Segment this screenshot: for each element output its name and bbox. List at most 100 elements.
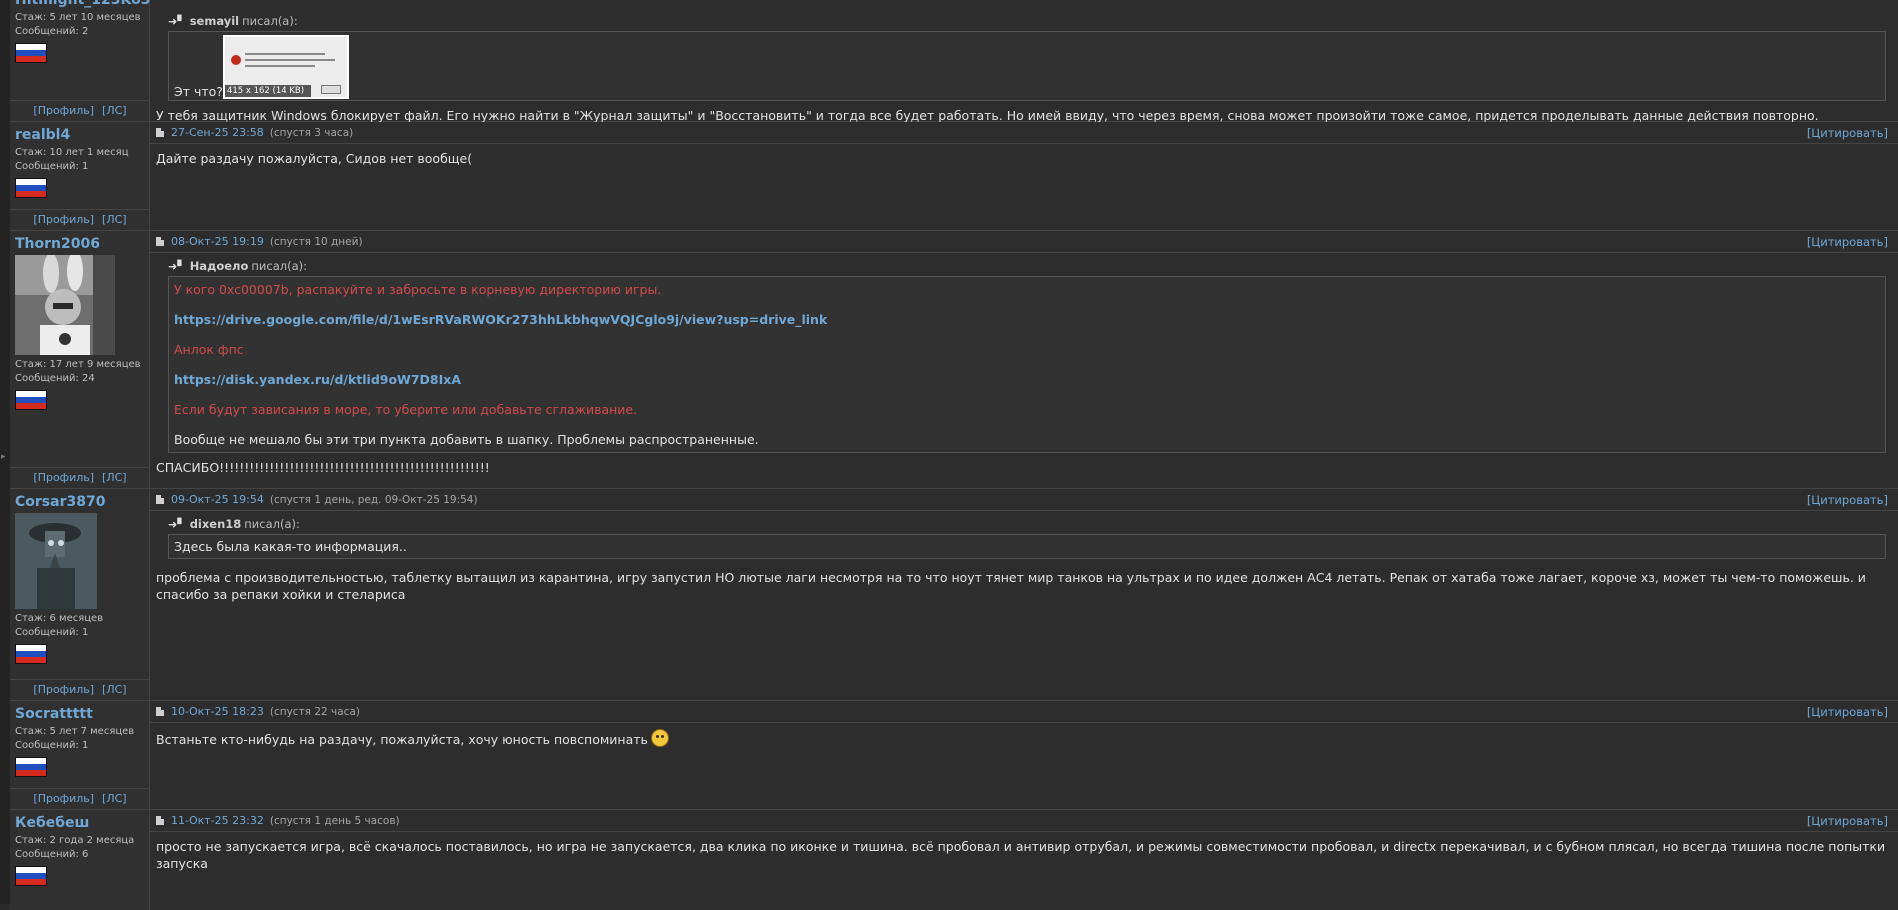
post-text-wrap: Встаньте кто-нибудь на раздачу, пожалуйс… bbox=[150, 723, 1898, 754]
author-msg-count: Сообщений: 2 bbox=[15, 26, 89, 37]
post-body: 09-Окт-25 19:54 (спустя 1 день, ред. 09-О… bbox=[150, 489, 1898, 700]
post-since: (спустя 3 часа) bbox=[269, 126, 354, 139]
pm-link[interactable]: [ЛС] bbox=[102, 683, 127, 696]
post-text: Дайте раздачу пожалуйста, Сидов нет вооб… bbox=[156, 151, 473, 166]
post-header: 11-Окт-25 23:32 (спустя 1 день 5 часов) [Ц… bbox=[150, 810, 1898, 832]
quote-line: У кого 0xc00007b, распакуйте и забросьте… bbox=[174, 282, 662, 297]
post-body: 08-Окт-25 19:19 (спустя 10 дней) [Цитирова… bbox=[150, 231, 1898, 488]
quote-author[interactable]: Надоело bbox=[190, 259, 249, 273]
author-nick[interactable]: Hitmight_123Ko3 bbox=[15, 0, 150, 8]
post-text: просто не запускается игра, всё скачалос… bbox=[156, 839, 1886, 871]
russia-flag-icon bbox=[15, 390, 47, 410]
author-stazh: Стаж: 10 лет 1 месяц bbox=[15, 147, 129, 158]
post-header: 08-Окт-25 19:19 (спустя 10 дней) [Цитирова… bbox=[150, 231, 1898, 253]
image-size-caption: 415 x 162 (14 KB) bbox=[224, 85, 311, 97]
yandex-disk-link[interactable]: https://disk.yandex.ru/d/ktlid9oW7D8IxA bbox=[174, 371, 1880, 388]
avatar[interactable] bbox=[15, 255, 115, 355]
post-author: realbl4 Стаж: 10 лет 1 месяц Сообщений: … bbox=[10, 122, 150, 230]
profile-link[interactable]: [Профиль] bbox=[33, 792, 94, 805]
author-nick[interactable]: Кебебеш bbox=[15, 815, 144, 831]
post-date[interactable]: 10-Окт-25 18:23 bbox=[171, 705, 264, 718]
post-header: 09-Окт-25 19:54 (спустя 1 день, ред. 09-О… bbox=[150, 489, 1898, 511]
quote-button[interactable]: [Цитировать] bbox=[1807, 705, 1888, 719]
post-date[interactable]: 09-Окт-25 19:54 bbox=[171, 493, 264, 506]
profile-links: [Профиль] [ЛС] bbox=[10, 467, 150, 488]
profile-link[interactable]: [Профиль] bbox=[33, 683, 94, 696]
quote-line: Если будут зависания в море, то уберите … bbox=[174, 402, 638, 417]
post-link-icon[interactable] bbox=[156, 237, 164, 246]
post: Corsar3870 Стаж: 6 месяцев Сообщений: 1 … bbox=[10, 489, 1898, 701]
author-stazh: Стаж: 6 месяцев bbox=[15, 613, 104, 624]
profile-link[interactable]: [Профиль] bbox=[33, 104, 94, 117]
russia-flag-icon bbox=[15, 178, 47, 198]
error-icon bbox=[230, 55, 241, 65]
author-msg-count: Сообщений: 24 bbox=[15, 373, 95, 384]
post-since: (спустя 1 день 5 часов) bbox=[269, 814, 400, 827]
quote-arrow-icon: ➜▘ bbox=[168, 517, 186, 531]
author-nick[interactable]: realbl4 bbox=[15, 127, 144, 143]
author-msg-count: Сообщений: 1 bbox=[15, 740, 89, 751]
pm-link[interactable]: [ЛС] bbox=[102, 471, 127, 484]
quote-line: Вообще не мешало бы эти три пункта добав… bbox=[174, 432, 759, 447]
post-date[interactable]: 27-Сен-25 23:58 bbox=[171, 126, 264, 139]
quote-button[interactable]: [Цитировать] bbox=[1807, 493, 1888, 507]
quote-author[interactable]: semayil bbox=[190, 14, 239, 28]
pm-link[interactable]: [ЛС] bbox=[102, 104, 127, 117]
profile-link[interactable]: [Профиль] bbox=[33, 213, 94, 226]
quote-arrow-icon: ➜▘ bbox=[168, 259, 186, 273]
author-stazh: Стаж: 17 лет 9 месяцев bbox=[15, 359, 141, 370]
post-since: (спустя 1 день, ред. 09-Окт-25 19:54) bbox=[269, 493, 478, 506]
post-body: ➜▘ semayil писал(а): Эт что? 415 x 162 (14… bbox=[150, 0, 1898, 123]
post: Thorn2006 Стаж: 17 лет 9 месяцев Сообщен… bbox=[10, 231, 1898, 489]
quote-box: Эт что? 415 x 162 (14 KB) bbox=[168, 31, 1886, 101]
thumb-line bbox=[244, 65, 315, 67]
profile-links: [Профиль] [ЛС] bbox=[10, 679, 150, 700]
post: realbl4 Стаж: 10 лет 1 месяц Сообщений: … bbox=[10, 122, 1898, 231]
avatar[interactable] bbox=[15, 513, 97, 609]
post-link-icon[interactable] bbox=[156, 128, 164, 137]
russia-flag-icon bbox=[15, 757, 47, 777]
quote-block: ➜▘ semayil писал(а): Эт что? 415 x 162 (14… bbox=[168, 14, 1886, 101]
quote-header: ➜▘ Надоело писал(а): bbox=[168, 259, 1886, 273]
author-msg-count: Сообщений: 6 bbox=[15, 849, 89, 860]
error-screenshot-thumbnail[interactable]: 415 x 162 (14 KB) bbox=[222, 35, 349, 99]
post-link-icon[interactable] bbox=[156, 816, 164, 825]
post-link-icon[interactable] bbox=[156, 495, 164, 504]
post-date[interactable]: 11-Окт-25 23:32 bbox=[171, 814, 264, 827]
post-author: Thorn2006 Стаж: 17 лет 9 месяцев Сообщен… bbox=[10, 231, 150, 488]
post-author: Hitmight_123Ko3 Стаж: 5 лет 10 месяцев С… bbox=[10, 0, 150, 121]
quote-button[interactable]: [Цитировать] bbox=[1807, 235, 1888, 249]
profile-link[interactable]: [Профиль] bbox=[33, 471, 94, 484]
thumb-line bbox=[244, 59, 335, 61]
google-drive-link[interactable]: https://drive.google.com/file/d/1wEsrRVa… bbox=[174, 311, 1880, 328]
post: Hitmight_123Ko3 Стаж: 5 лет 10 месяцев С… bbox=[10, 0, 1898, 123]
russia-flag-icon bbox=[15, 866, 47, 886]
post-link-icon[interactable] bbox=[156, 707, 164, 716]
author-nick[interactable]: Thorn2006 bbox=[15, 236, 144, 252]
post-date[interactable]: 08-Окт-25 19:19 bbox=[171, 235, 264, 248]
quote-box: У кого 0xc00007b, распакуйте и забросьте… bbox=[168, 276, 1886, 453]
author-msg-count: Сообщений: 1 bbox=[15, 627, 89, 638]
quote-button[interactable]: [Цитировать] bbox=[1807, 814, 1888, 828]
post-text: Встаньте кто-нибудь на раздачу, пожалуйс… bbox=[156, 732, 648, 747]
quote-button[interactable]: [Цитировать] bbox=[1807, 126, 1888, 140]
author-nick[interactable]: Socrattttt bbox=[15, 706, 144, 722]
profile-links: [Профиль] [ЛС] bbox=[10, 209, 150, 230]
forum-thread: Hitmight_123Ko3 Стаж: 5 лет 10 месяцев С… bbox=[10, 0, 1898, 910]
collapse-arrow-icon[interactable]: ▸ bbox=[1, 452, 6, 462]
post-body: 11-Окт-25 23:32 (спустя 1 день 5 часов) [Ц… bbox=[150, 810, 1898, 910]
post-text: проблема с производительностью, таблетку… bbox=[156, 570, 1866, 602]
thumb-ok-button bbox=[320, 85, 341, 94]
pm-link[interactable]: [ЛС] bbox=[102, 213, 127, 226]
quote-author[interactable]: dixen18 bbox=[190, 517, 242, 531]
quote-wrote: писал(а): bbox=[244, 517, 300, 531]
russia-flag-icon bbox=[15, 43, 47, 63]
russia-flag-icon bbox=[15, 644, 47, 664]
post-body: 10-Окт-25 18:23 (спустя 22 часа) [Цитирова… bbox=[150, 701, 1898, 809]
author-nick[interactable]: Corsar3870 bbox=[15, 494, 144, 510]
post-author: Corsar3870 Стаж: 6 месяцев Сообщений: 1 … bbox=[10, 489, 150, 700]
quote-arrow-icon: ➜▘ bbox=[168, 14, 186, 28]
quote-block: ➜▘ dixen18 писал(а): Здесь была какая-то и… bbox=[168, 517, 1886, 559]
pm-link[interactable]: [ЛС] bbox=[102, 792, 127, 805]
left-edge-bar: ▸ bbox=[0, 0, 10, 904]
